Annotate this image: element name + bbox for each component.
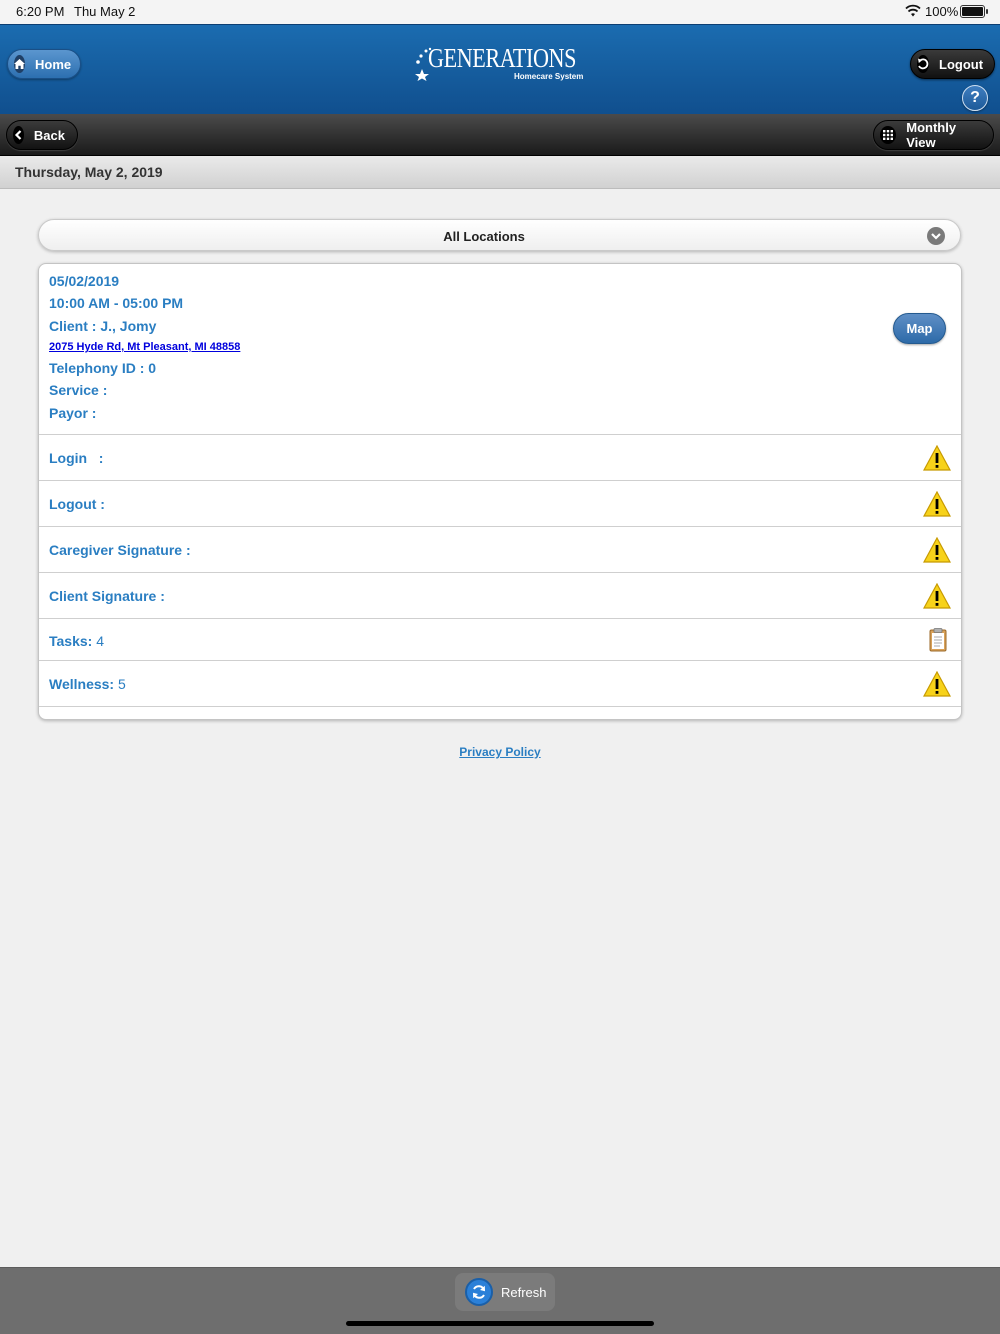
monthly-view-button[interactable]: Monthly View [873,120,994,150]
visit-service: Service : [49,382,108,398]
visit-client: Client : J., Jomy [49,318,157,334]
visit-card: 05/02/2019 10:00 AM - 05:00 PM Client : … [38,263,962,720]
monthly-view-label: Monthly View [906,120,957,150]
logo-wordmark: GENERATIONS [428,43,577,73]
logout-button[interactable]: Logout [910,49,995,79]
logout-row-label: Logout : [49,496,105,512]
warning-icon [923,671,951,697]
tasks-label: Tasks: 4 [49,633,105,649]
login-row[interactable]: Login : [39,435,961,481]
battery-percent: 100% [925,4,959,19]
refresh-icon [465,1278,493,1306]
visit-date: 05/02/2019 [49,273,120,289]
locations-select-value: All Locations [443,229,525,244]
client-signature-row[interactable]: Client Signature : [39,573,961,619]
logout-icon [917,55,929,73]
warning-icon [923,491,951,517]
tasks-row[interactable]: Tasks: 4 [39,619,961,661]
logo-subtitle: Homecare System [514,72,584,81]
warning-icon [923,445,951,471]
generations-logo: GENERATIONS Homecare System [414,43,588,85]
help-button[interactable]: ? [962,85,988,111]
visit-time: 10:00 AM - 05:00 PM [49,295,184,311]
help-icon: ? [970,89,980,106]
visit-telephony-id: Telephony ID : 0 [49,360,157,376]
home-indicator[interactable] [346,1321,654,1326]
status-bar: 6:20 PM Thu May 2 100% [0,0,1000,24]
map-button-label: Map [906,321,933,336]
status-date: Thu May 2 [74,4,136,19]
status-time: 6:20 PM [16,4,65,19]
caregiver-signature-label: Caregiver Signature : [49,542,191,558]
map-button[interactable]: Map [893,313,946,344]
home-indicator-area [0,1315,1000,1334]
wifi-icon [905,4,921,17]
home-icon [14,55,25,73]
login-label: Login : [49,450,104,466]
clipboard-icon [929,628,947,652]
logout-row[interactable]: Logout : [39,481,961,527]
grid-icon [880,126,897,144]
logout-button-label: Logout [939,56,984,72]
client-signature-label: Client Signature : [49,588,165,604]
warning-icon [923,537,951,563]
visit-payor: Payor : [49,405,97,421]
footer-toolbar: Refresh [0,1267,1000,1315]
home-button-label: Home [35,56,72,72]
warning-icon [923,583,951,609]
back-button-label: Back [33,127,65,143]
client-address-link[interactable]: 2075 Hyde Rd, Mt Pleasant, MI 48858 [49,341,240,353]
caregiver-signature-row[interactable]: Caregiver Signature : [39,527,961,573]
home-button[interactable]: Home [7,49,81,79]
refresh-button-label: Refresh [501,1284,547,1300]
visit-info: 05/02/2019 10:00 AM - 05:00 PM Client : … [39,264,961,435]
current-date: Thursday, May 2, 2019 [15,164,163,180]
privacy-policy-link[interactable]: Privacy Policy [0,745,1000,759]
back-button[interactable]: Back [6,120,78,150]
date-bar: Thursday, May 2, 2019 [0,156,1000,189]
wellness-label: Wellness: 5 [49,676,126,692]
battery-icon [960,5,988,18]
app-header: Home GENERATIONS Homecare System Logout … [0,24,1000,114]
wellness-row[interactable]: Wellness: 5 [39,661,961,707]
chevron-down-icon [927,227,945,245]
nav-bar: Back Monthly View [0,114,1000,156]
locations-select[interactable]: All Locations [38,219,961,251]
chevron-left-icon [13,126,24,144]
refresh-button[interactable]: Refresh [455,1273,555,1311]
